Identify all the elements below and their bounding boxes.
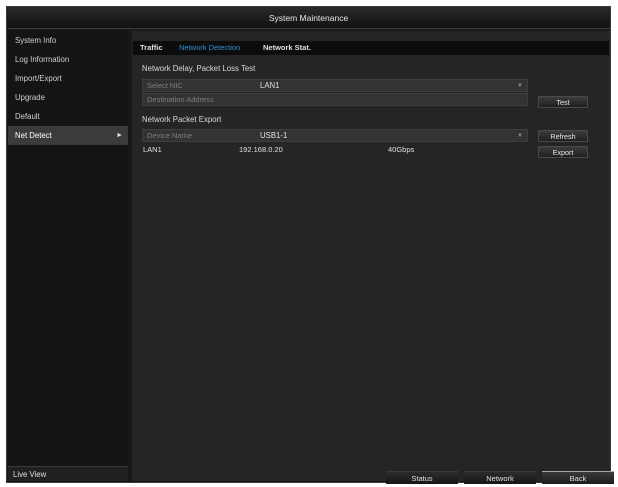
window-title: System Maintenance: [7, 7, 610, 29]
sidebar-item-label: Import/Export: [15, 74, 62, 83]
device-name-value: USB1-1: [260, 131, 288, 140]
destination-address-field[interactable]: Destination Address: [142, 93, 528, 106]
sidebar-item-label: Upgrade: [15, 93, 45, 102]
link-speed: 40Gbps: [388, 145, 415, 154]
select-nic-label: Select NIC: [147, 81, 183, 90]
sidebar-item-upgrade[interactable]: Upgrade: [8, 88, 128, 107]
interface-name: LAN1: [143, 145, 162, 154]
refresh-button[interactable]: Refresh: [538, 130, 588, 142]
device-name-label: Device Name: [147, 131, 193, 140]
tab-bar: Traffic Network Detection Network Stat.: [133, 41, 609, 55]
sidebar-item-label: System Info: [15, 36, 57, 45]
sidebar: System Info Log Information Import/Expor…: [8, 31, 128, 481]
tab-network-stat[interactable]: Network Stat.: [263, 41, 311, 55]
sidebar-item-net-detect[interactable]: Net Detect ►: [8, 126, 128, 145]
sidebar-item-label: Log Information: [15, 55, 70, 64]
chevron-down-icon: ▼: [517, 133, 523, 139]
select-nic-value: LAN1: [260, 81, 280, 90]
live-view-button[interactable]: Live View: [8, 466, 128, 481]
status-button[interactable]: Status: [386, 471, 458, 484]
back-button[interactable]: Back: [542, 471, 614, 484]
sidebar-item-default[interactable]: Default: [8, 107, 128, 126]
select-nic-dropdown[interactable]: Select NIC LAN1 ▼: [142, 79, 528, 92]
destination-address-label: Destination Address: [147, 95, 214, 104]
tab-network-detection[interactable]: Network Detection: [179, 41, 240, 55]
export-button[interactable]: Export: [538, 146, 588, 158]
sidebar-item-label: Default: [15, 112, 40, 121]
system-maintenance-window: System Maintenance System Info Log Infor…: [6, 6, 614, 484]
sidebar-item-log-information[interactable]: Log Information: [8, 50, 128, 69]
ip-address: 192.168.0.20: [239, 145, 283, 154]
main-panel: Traffic Network Detection Network Stat. …: [132, 31, 614, 484]
network-button[interactable]: Network: [464, 471, 536, 484]
export-section-title: Network Packet Export: [142, 115, 222, 124]
chevron-down-icon: ▼: [517, 83, 523, 89]
delay-section-title: Network Delay, Packet Loss Test: [142, 64, 256, 73]
sidebar-item-label: Net Detect: [15, 131, 52, 140]
chevron-right-icon: ►: [116, 132, 123, 139]
tab-traffic[interactable]: Traffic: [140, 41, 163, 55]
sidebar-item-system-info[interactable]: System Info: [8, 31, 128, 50]
sidebar-item-import-export[interactable]: Import/Export: [8, 69, 128, 88]
device-name-dropdown[interactable]: Device Name USB1-1 ▼: [142, 129, 528, 142]
test-button[interactable]: Test: [538, 96, 588, 108]
